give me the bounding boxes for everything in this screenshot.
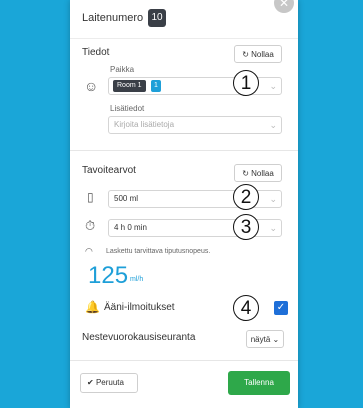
reset-targets-button[interactable]: ↻ Nollaa xyxy=(234,164,282,182)
panel-header: Laitenumero 10 ✕ xyxy=(70,0,298,39)
show-label: näytä xyxy=(250,335,271,344)
calculated-rate-unit: ml/h xyxy=(130,276,144,283)
duration-value: 4 h 0 min xyxy=(114,223,147,232)
room-number-badge: 1 xyxy=(151,80,161,92)
section-title-tiedot: Tiedot xyxy=(82,47,110,58)
sound-alerts-checkbox[interactable]: ✓ xyxy=(274,301,288,315)
extra-info-placeholder: Kirjoita lisätietoja xyxy=(114,120,175,129)
save-button[interactable]: Tallenna xyxy=(228,371,290,395)
extra-info-input[interactable]: Kirjoita lisätietoja ⌄ xyxy=(108,116,282,134)
reset-targets-label: Nollaa xyxy=(251,169,274,178)
annotation-marker-2: 2 xyxy=(233,184,259,210)
fluid-balance-label: Nestevuorokausiseuranta xyxy=(82,332,196,343)
annotation-marker-1: 1 xyxy=(233,70,259,96)
volume-value: 500 ml xyxy=(114,194,139,203)
section-divider xyxy=(70,150,298,151)
footer-divider xyxy=(70,360,298,361)
reset-info-button[interactable]: ↻ Nollaa xyxy=(234,45,282,63)
rate-caption: Laskettu tarvittava tiputusnopeus. xyxy=(106,248,211,255)
chevron-down-icon: ⌄ xyxy=(269,194,277,204)
drip-speed-icon: ◠ xyxy=(85,246,93,256)
cancel-label: Peruuta xyxy=(95,378,124,387)
close-icon[interactable]: ✕ xyxy=(274,0,294,13)
reset-icon: ↻ xyxy=(242,169,249,178)
chevron-down-icon: ⌄ xyxy=(269,223,277,233)
reset-info-label: Nollaa xyxy=(251,50,274,59)
device-number-badge: 10 xyxy=(148,9,166,27)
bell-icon: 🔔 xyxy=(85,300,100,314)
chevron-down-icon: ⌄ xyxy=(272,335,280,344)
chevron-down-icon: ⌄ xyxy=(269,120,277,130)
header-title: Laitenumero xyxy=(82,12,144,24)
show-fluid-balance-button[interactable]: näytä ⌄ xyxy=(246,330,284,348)
person-icon: ☺ xyxy=(84,78,99,94)
cancel-button[interactable]: ✔ Peruuta xyxy=(80,373,138,393)
annotation-marker-3: 3 xyxy=(233,214,259,240)
section-title-targets: Tavoitearvot xyxy=(82,165,136,176)
annotation-marker-4: 4 xyxy=(233,295,259,321)
checkmark-icon: ✔ xyxy=(87,378,94,387)
location-label: Paikka xyxy=(110,65,135,74)
infusion-settings-panel: Laitenumero 10 ✕ Tiedot ↻ Nollaa Paikka … xyxy=(70,0,298,408)
infusion-bag-icon: ▯ xyxy=(87,190,94,204)
calculated-rate-value: 125 xyxy=(88,262,129,289)
chevron-down-icon: ⌄ xyxy=(269,81,277,91)
stopwatch-icon: ⏱ xyxy=(85,218,96,233)
room-chip: Room 1 xyxy=(113,80,146,92)
save-label: Tallenna xyxy=(244,378,274,387)
sound-alerts-label: Ääni-ilmoitukset xyxy=(104,302,175,313)
extra-info-label: Lisätiedot xyxy=(110,104,145,113)
reset-icon: ↻ xyxy=(242,50,249,59)
